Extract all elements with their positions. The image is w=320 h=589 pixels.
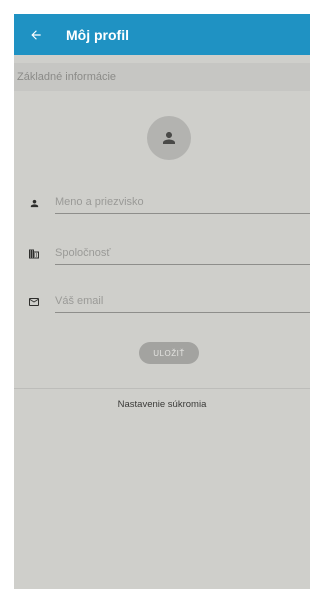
section-title: Základné informácie bbox=[17, 71, 117, 83]
avatar[interactable] bbox=[147, 116, 191, 160]
company-input[interactable] bbox=[55, 243, 310, 265]
page-title: Môj profil bbox=[66, 26, 129, 43]
app-bar: Môj profil bbox=[14, 14, 310, 55]
save-button[interactable]: ULOŽIŤ bbox=[139, 342, 199, 364]
name-input[interactable] bbox=[55, 192, 310, 214]
company-field bbox=[28, 243, 310, 265]
email-input[interactable] bbox=[55, 291, 310, 313]
back-button[interactable] bbox=[18, 14, 54, 55]
person-icon bbox=[28, 197, 40, 209]
profile-screen: Môj profil Základné informácie ULOŽIŤ Na… bbox=[14, 14, 310, 589]
email-field bbox=[28, 291, 310, 313]
building-icon bbox=[28, 248, 40, 260]
section-header: Základné informácie bbox=[14, 63, 310, 91]
divider bbox=[14, 388, 310, 389]
privacy-settings-link[interactable]: Nastavenie súkromia bbox=[14, 399, 310, 410]
person-icon bbox=[163, 132, 175, 144]
arrow-left-icon bbox=[31, 29, 41, 40]
name-field bbox=[28, 192, 310, 214]
mail-icon bbox=[28, 296, 40, 308]
